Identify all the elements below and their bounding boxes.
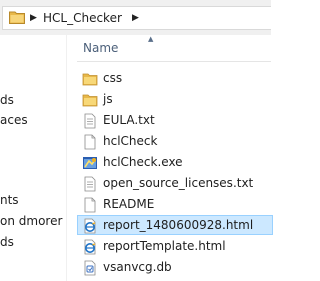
breadcrumb-separator-icon[interactable]: ▶: [30, 7, 37, 29]
list-item[interactable]: vsanvcg.db: [77, 257, 273, 277]
list-item-selected[interactable]: report_1480600928.html: [77, 215, 273, 235]
list-item[interactable]: hclCheck.exe: [77, 152, 273, 172]
column-header-label: Name: [83, 41, 119, 55]
text-file-icon: [84, 176, 96, 192]
folder-icon: [9, 11, 25, 24]
nav-item-documents[interactable]: nts: [0, 190, 19, 210]
html-file-icon: [84, 239, 96, 255]
blank-file-icon: [84, 134, 96, 150]
breadcrumb-hcl-checker[interactable]: HCL_Checker: [43, 7, 122, 29]
navigation-pane: ds aces nts on dmorer ds: [0, 35, 66, 281]
breadcrumb-expand-icon[interactable]: ▶: [132, 7, 139, 29]
nav-item-downloads[interactable]: ds: [0, 90, 14, 110]
nav-item-downloads-2[interactable]: ds: [0, 232, 14, 252]
list-item[interactable]: js: [77, 89, 273, 109]
column-header-name[interactable]: ▲ Name: [77, 35, 271, 62]
nav-item-network-location[interactable]: on dmorer: [0, 211, 62, 231]
folder-icon: [82, 73, 98, 86]
list-item[interactable]: reportTemplate.html: [77, 236, 273, 256]
address-box[interactable]: ▶ HCL_Checker ▶: [2, 6, 271, 30]
nav-item-places[interactable]: aces: [0, 110, 28, 130]
db-file-icon: [84, 260, 96, 276]
blank-file-icon: [84, 197, 96, 213]
html-file-icon: [84, 218, 96, 234]
folder-icon: [82, 94, 98, 107]
address-bar: ▶ HCL_Checker ▶: [0, 0, 271, 35]
list-item[interactable]: open_source_licenses.txt: [77, 173, 273, 193]
sort-ascending-icon: ▲: [148, 35, 154, 43]
file-list: ▲ Name css js EULA.txt hclCheck hclCheck…: [67, 35, 273, 281]
list-item[interactable]: EULA.txt: [77, 110, 273, 130]
list-item[interactable]: hclCheck: [77, 131, 273, 151]
exe-icon: [83, 157, 97, 169]
text-file-icon: [84, 113, 96, 129]
list-item[interactable]: README: [77, 194, 273, 214]
list-item[interactable]: css: [77, 68, 273, 88]
